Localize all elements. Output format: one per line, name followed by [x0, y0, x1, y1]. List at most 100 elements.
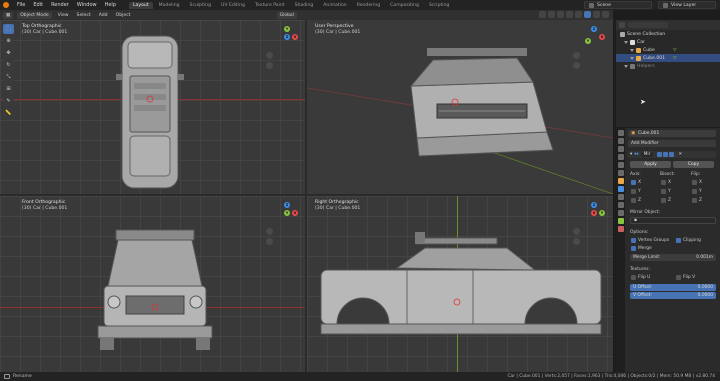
wireframe-shading-icon[interactable]: [575, 11, 582, 18]
expand-icon[interactable]: [630, 48, 634, 52]
pan-icon[interactable]: [573, 62, 580, 69]
rotate-icon[interactable]: ↻: [3, 60, 14, 70]
axis-x-checkbox[interactable]: [631, 180, 636, 185]
mode-dropdown[interactable]: Object Mode: [17, 11, 52, 19]
solid-shading-icon[interactable]: [584, 11, 591, 18]
view-layer-tab-icon[interactable]: [617, 154, 624, 160]
apply-button[interactable]: Apply: [630, 161, 671, 168]
zoom-icon[interactable]: [266, 52, 273, 59]
viewport-right[interactable]: Right Orthographic (30) Car | Cube.001 Z…: [307, 196, 613, 372]
scale-icon[interactable]: ⤡: [3, 72, 14, 82]
outliner-search-input[interactable]: [628, 22, 668, 28]
outliner-item-car[interactable]: Car: [616, 38, 720, 46]
tool-tab-icon[interactable]: [617, 130, 624, 136]
viewport-top[interactable]: Top Orthographic (30) Car | Cube.001 Y X…: [0, 20, 305, 194]
world-tab-icon[interactable]: [617, 170, 624, 176]
edit-mode-toggle-icon[interactable]: [657, 152, 663, 157]
render-tab-icon[interactable]: [617, 138, 624, 144]
object-name-field[interactable]: ▣ Cube.001: [628, 130, 716, 137]
menu-edit[interactable]: Edit: [30, 2, 46, 8]
tab-layout[interactable]: Layout: [129, 1, 153, 9]
v-offset-field[interactable]: V Offset: 0.0000: [630, 292, 716, 299]
data-tab-icon[interactable]: [617, 218, 624, 224]
blender-logo-icon[interactable]: [3, 2, 9, 8]
clipping-checkbox[interactable]: [676, 238, 681, 243]
merge-limit-field[interactable]: Merge Limit: 0.001m: [630, 254, 716, 261]
tab-modeling[interactable]: Modeling: [155, 2, 184, 9]
expand-icon[interactable]: [630, 56, 634, 60]
tab-texture-paint[interactable]: Texture Paint: [251, 2, 289, 9]
viewport-perspective[interactable]: User Perspective (30) Car | Cube.001 Z X…: [307, 20, 613, 194]
measure-icon[interactable]: 📏: [3, 108, 14, 118]
flip-x-checkbox[interactable]: [692, 180, 697, 185]
material-shading-icon[interactable]: [593, 11, 600, 18]
u-offset-field[interactable]: U Offset: 0.0000: [630, 284, 716, 291]
outliner-scene-collection[interactable]: Scene Collection: [616, 30, 720, 38]
modifier-tab-icon[interactable]: [617, 186, 624, 192]
bisect-x-checkbox[interactable]: [661, 180, 666, 185]
cursor-icon[interactable]: ⊕: [3, 36, 14, 46]
navigation-gizmo[interactable]: Y X Z: [276, 26, 298, 48]
viewport-front[interactable]: Front Orthographic (30) Car | Cube.001 Z…: [0, 196, 305, 372]
mirror-object-field[interactable]: ▪: [630, 217, 716, 224]
flip-y-checkbox[interactable]: [692, 189, 697, 194]
zoom-icon[interactable]: [573, 52, 580, 59]
move-icon[interactable]: ✥: [3, 48, 14, 58]
outliner-item-cube-001[interactable]: Cube.001 ▽: [616, 54, 720, 62]
merge-checkbox[interactable]: [631, 246, 636, 251]
material-tab-icon[interactable]: [617, 226, 624, 232]
close-icon[interactable]: ✕: [678, 152, 682, 157]
particles-tab-icon[interactable]: [617, 194, 624, 200]
bisect-y-checkbox[interactable]: [661, 189, 666, 194]
flip-z-checkbox[interactable]: [692, 198, 697, 203]
scene-tab-icon[interactable]: [617, 162, 624, 168]
tab-sculpting[interactable]: Sculpting: [186, 2, 215, 9]
menu-view[interactable]: View: [56, 13, 71, 18]
render-toggle-icon[interactable]: [669, 152, 675, 157]
collapse-icon[interactable]: ▾: [630, 152, 632, 157]
physics-tab-icon[interactable]: [617, 202, 624, 208]
menu-window[interactable]: Window: [74, 2, 100, 8]
copy-button[interactable]: Copy: [673, 161, 714, 168]
outliner-item-cube[interactable]: Cube ▽: [616, 46, 720, 54]
tab-compositing[interactable]: Compositing: [386, 2, 423, 9]
menu-object[interactable]: Object: [114, 13, 133, 18]
viewport-toggle-icon[interactable]: [663, 152, 669, 157]
scene-selector[interactable]: Scene: [584, 1, 652, 9]
tab-animation[interactable]: Animation: [319, 2, 350, 9]
axis-y-checkbox[interactable]: [631, 189, 636, 194]
editor-type-button[interactable]: ▦: [3, 11, 14, 19]
menu-help[interactable]: Help: [102, 2, 119, 8]
modifier-name-field[interactable]: Mir: [640, 152, 654, 157]
rendered-shading-icon[interactable]: [602, 11, 609, 18]
output-tab-icon[interactable]: [617, 146, 624, 152]
overlay-toggle-icon[interactable]: [557, 11, 564, 18]
view-layer-selector[interactable]: View Layer: [658, 1, 716, 9]
menu-file[interactable]: File: [14, 2, 28, 8]
flip-u-checkbox[interactable]: [631, 275, 636, 280]
add-modifier-dropdown[interactable]: Add Modifier: [628, 140, 716, 147]
tab-scripting[interactable]: Scripting: [425, 2, 453, 9]
tab-rendering[interactable]: Rendering: [353, 2, 384, 9]
expand-icon[interactable]: [624, 40, 628, 44]
navigation-gizmo[interactable]: Z Y X: [583, 202, 605, 224]
gizmo-toggle-icon[interactable]: [548, 11, 555, 18]
outliner-item-helpers[interactable]: Helpers: [616, 62, 720, 70]
menu-render[interactable]: Render: [48, 2, 72, 8]
orientation-dropdown[interactable]: Global: [276, 11, 297, 19]
visibility-icon[interactable]: [539, 11, 546, 18]
annotate-icon[interactable]: ✎: [3, 96, 14, 106]
navigation-gizmo[interactable]: Z X Y: [276, 202, 298, 224]
bisect-z-checkbox[interactable]: [661, 198, 666, 203]
modifier-header[interactable]: ▾ ⧓ Mir ✕: [628, 151, 716, 158]
vertex-groups-checkbox[interactable]: [631, 238, 636, 243]
zoom-icon[interactable]: [573, 228, 580, 235]
constraints-tab-icon[interactable]: [617, 210, 624, 216]
tab-uv-editing[interactable]: UV Editing: [217, 2, 249, 9]
pan-icon[interactable]: [573, 238, 580, 245]
menu-add[interactable]: Add: [97, 13, 110, 18]
pan-icon[interactable]: [266, 62, 273, 69]
pan-icon[interactable]: [266, 238, 273, 245]
expand-icon[interactable]: [624, 64, 628, 68]
outliner-editor-icon[interactable]: [619, 22, 625, 28]
